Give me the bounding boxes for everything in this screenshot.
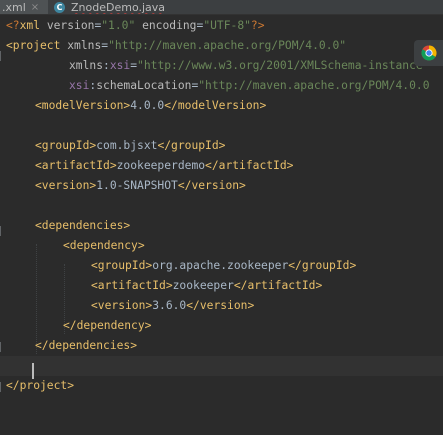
text-caret <box>32 363 34 379</box>
code-line-dep-version: <version>3.6.0</version> <box>91 299 255 312</box>
fold-marker[interactable] <box>0 51 5 61</box>
code-line-dependency-close: </dependency> <box>63 319 152 332</box>
fold-marker[interactable] <box>0 342 5 352</box>
code-line-artifact-id: <artifactId>zookeeperdemo</artifactId> <box>35 159 294 172</box>
tab-label: ZnodeDemo.java <box>71 0 166 14</box>
code-line-model-version: <modelVersion>4.0.0</modelVersion> <box>35 99 267 112</box>
tab-znodedemo-java[interactable]: C ZnodeDemo.java <box>54 0 184 14</box>
code-line-dep-artifact-id: <artifactId>zookeeper</artifactId> <box>91 279 323 292</box>
open-in-browser-button[interactable] <box>414 40 443 66</box>
code-line-dependencies-open: <dependencies> <box>35 219 131 232</box>
close-icon[interactable]: × <box>31 2 39 13</box>
code-line-version: <version>1.0-SNAPSHOT</version> <box>35 179 246 192</box>
code-line-schema-location: xsi:schemaLocation="http://maven.apache.… <box>69 79 430 92</box>
code-line-project-open: <project xmlns="http://maven.apache.org/… <box>6 39 347 52</box>
code-line-dep-group-id: <groupId>org.apache.zookeeper</groupId> <box>91 259 357 272</box>
code-editor[interactable]: <?xml version="1.0" encoding="UTF-8"?> <… <box>0 15 443 435</box>
code-line-dependencies-close: </dependencies> <box>35 339 138 352</box>
editor-tab-bar: .xml × C ZnodeDemo.java <box>0 0 443 15</box>
tab-label: .xml <box>2 0 26 14</box>
code-line-xsi-namespace: xmlns:xsi="http://www.w3.org/2001/XMLSch… <box>69 59 430 72</box>
java-class-icon: C <box>54 1 65 13</box>
code-line-group-id: <groupId>com.bjsxt</groupId> <box>35 139 226 152</box>
chrome-icon <box>420 45 437 61</box>
tab-pom-xml[interactable]: .xml × <box>0 0 48 14</box>
fold-marker[interactable] <box>0 382 5 392</box>
current-line-highlight <box>0 356 443 376</box>
fold-marker[interactable] <box>0 226 5 236</box>
code-line-project-close: </project> <box>6 379 75 392</box>
code-line-xml-declaration: <?xml version="1.0" encoding="UTF-8"?> <box>6 19 265 32</box>
code-line-dependency-open: <dependency> <box>63 239 145 252</box>
